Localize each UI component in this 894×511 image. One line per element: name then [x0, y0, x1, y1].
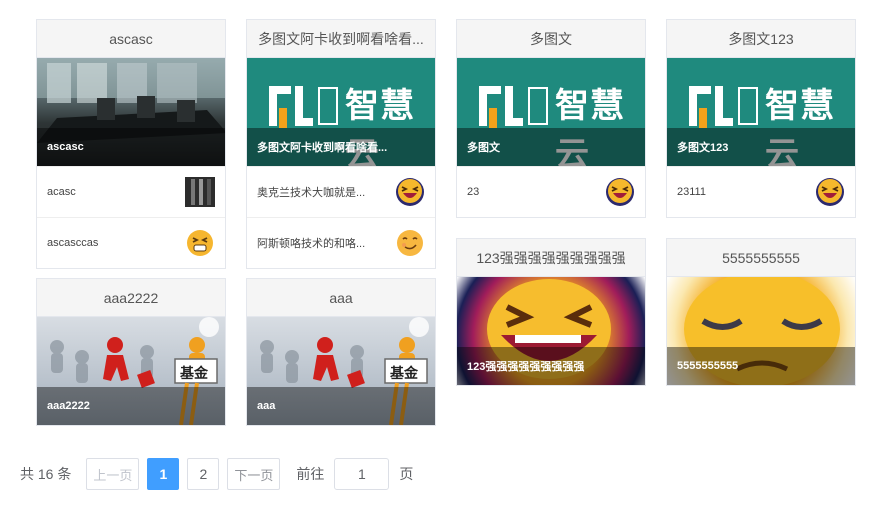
list-item[interactable]: 奥克兰技术大咖就是... — [247, 166, 435, 217]
article-card[interactable]: aaa 基金 aaa — [246, 278, 436, 426]
laughing-emoji-icon — [605, 177, 635, 207]
article-card[interactable]: 多图文123 智慧云 多图文123 23111 — [666, 19, 856, 218]
cover-caption: 多图文阿卡收到啊看啥看... — [247, 128, 435, 166]
fund-sign: 基金 — [390, 365, 418, 381]
list-item[interactable]: 23 — [457, 166, 645, 217]
card-title: aaa — [247, 279, 435, 317]
goto-label: 前往 — [296, 466, 325, 482]
article-card[interactable]: 123强强强强强强强强强 123强强强强强强强强强 — [456, 238, 646, 386]
cover-image[interactable]: 基金 aaa2222 — [37, 317, 225, 425]
fund-sign: 基金 — [180, 365, 208, 381]
cover-caption: 多图文 — [457, 128, 645, 166]
list-item-text: 阿斯顿咯技术的和咯... — [257, 238, 366, 250]
goto-suffix: 页 — [399, 466, 414, 482]
total-count: 共 16 条 — [20, 466, 72, 482]
pagination: 共 16 条 上一页 1 2 下一页 前往 1 页 — [20, 458, 413, 490]
cover-caption: 5555555555 — [667, 347, 855, 385]
cover-caption: aaa2222 — [37, 387, 225, 425]
page-button-2[interactable]: 2 — [187, 458, 220, 490]
cover-image[interactable]: 基金 aaa — [247, 317, 435, 425]
next-page-button[interactable]: 下一页 — [227, 458, 281, 490]
cover-image[interactable]: 智慧云 多图文123 — [667, 58, 855, 166]
list-item-text: 奥克兰技术大咖就是... — [257, 187, 366, 199]
grimace-emoji-icon — [185, 228, 215, 258]
card-title: ascasc — [37, 20, 225, 58]
card-title: 123强强强强强强强强强 — [457, 239, 645, 277]
list-item[interactable]: 23111 — [667, 166, 855, 217]
list-item[interactable]: 阿斯顿咯技术的和咯... — [247, 217, 435, 268]
article-card[interactable]: 5555555555 5555555555 — [666, 238, 856, 386]
prev-page-button[interactable]: 上一页 — [86, 458, 140, 490]
goto-page-input[interactable]: 1 — [334, 458, 390, 490]
cover-image[interactable]: 5555555555 — [667, 277, 855, 385]
office-thumb-icon — [185, 177, 215, 207]
laughing-emoji-icon — [815, 177, 845, 207]
cover-image[interactable]: 智慧云 多图文阿卡收到啊看啥看... — [247, 58, 435, 166]
list-item-text: acasc — [47, 186, 76, 198]
cover-caption: 多图文123 — [667, 128, 855, 166]
list-item-text: 23 — [467, 186, 480, 198]
article-card[interactable]: 多图文 智慧云 多图文 23 — [456, 19, 646, 218]
smirk-emoji-icon — [395, 228, 425, 258]
article-card[interactable]: ascasc ascasc acasc ascasccas — [36, 19, 226, 269]
card-title: 多图文123 — [667, 20, 855, 58]
article-card[interactable]: 多图文阿卡收到啊看啥看... 智慧云 多图文阿卡收到啊看啥看... 奥克兰技术大… — [246, 19, 436, 269]
cover-image[interactable]: 123强强强强强强强强强 — [457, 277, 645, 385]
cover-image[interactable]: ascasc — [37, 58, 225, 166]
cover-caption: aaa — [247, 387, 435, 425]
page-button-1[interactable]: 1 — [147, 458, 180, 490]
cover-caption: 123强强强强强强强强强 — [457, 347, 645, 385]
list-item-text: 23111 — [677, 186, 706, 198]
laughing-emoji-icon — [395, 177, 425, 207]
list-item-text: ascasccas — [47, 237, 99, 249]
card-title: 5555555555 — [667, 239, 855, 277]
card-title: aaa2222 — [37, 279, 225, 317]
cover-image[interactable]: 智慧云 多图文 — [457, 58, 645, 166]
card-title: 多图文 — [457, 20, 645, 58]
cover-caption: ascasc — [37, 128, 225, 166]
list-item[interactable]: ascasccas — [37, 217, 225, 268]
card-title: 多图文阿卡收到啊看啥看... — [247, 20, 435, 58]
list-item[interactable]: acasc — [37, 166, 225, 217]
article-card[interactable]: aaa2222 基金 aaa2222 — [36, 278, 226, 426]
